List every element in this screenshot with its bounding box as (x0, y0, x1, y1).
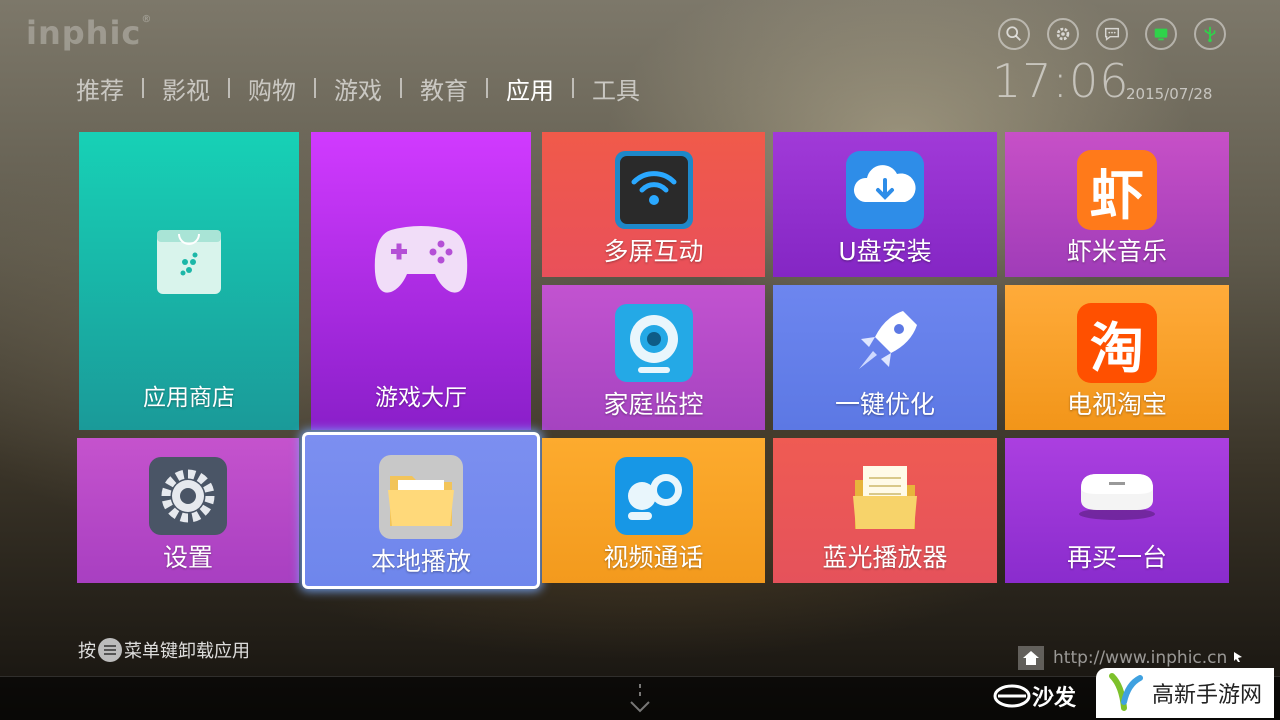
cloud-download-icon (845, 150, 925, 234)
tile-buy-another[interactable]: 再买一台 (1005, 438, 1229, 583)
gear-icon[interactable] (1047, 18, 1079, 50)
tab-video[interactable]: 影视 (162, 71, 210, 106)
tile-settings[interactable]: 设置 (77, 438, 299, 583)
tab-recommend[interactable]: 推荐 (76, 71, 124, 106)
tile-label: 再买一台 (1066, 543, 1167, 572)
tile-home-monitor[interactable]: 家庭监控 (542, 285, 765, 430)
tile-multi-screen[interactable]: 多屏互动 (542, 132, 765, 277)
tab-apps[interactable]: 应用 (506, 71, 554, 106)
tile-label: 视频通话 (603, 543, 704, 572)
tile-xiami-music[interactable]: 虾 虾米音乐 (1005, 132, 1229, 277)
tile-one-key-optimize[interactable]: 一键优化 (773, 285, 997, 430)
tile-app-store[interactable]: 应用商店 (79, 132, 299, 430)
tile-label: 多屏互动 (603, 237, 704, 266)
tile-label: 家庭监控 (603, 390, 704, 419)
brand-logo: inphic® (26, 14, 153, 52)
tab-divider (314, 78, 316, 98)
tile-label: 设置 (162, 543, 213, 572)
tile-tv-taobao[interactable]: 淘 电视淘宝 (1005, 285, 1229, 430)
chevron-down-icon[interactable] (627, 682, 653, 720)
tile-usb-install[interactable]: U盘安装 (773, 132, 997, 277)
hint-text: 菜单键卸载应用 (124, 641, 250, 662)
shopping-bag-icon (155, 224, 223, 300)
screen-icon[interactable] (1145, 18, 1177, 50)
cursor-icon (1233, 648, 1243, 668)
menu-key-icon (98, 638, 122, 662)
usb-icon[interactable] (1194, 18, 1226, 50)
sofa-icon (993, 684, 1031, 708)
tile-label: 虾米音乐 (1066, 237, 1167, 266)
clock: 17:06 (992, 54, 1130, 108)
tile-label: 电视淘宝 (1066, 390, 1167, 419)
tv-box-icon (1075, 464, 1159, 528)
tile-label: 蓝光播放器 (822, 543, 948, 572)
wifi-screen-icon (614, 150, 694, 234)
status-icons (998, 18, 1243, 50)
tile-label: U盘安装 (838, 237, 932, 266)
message-icon[interactable] (1096, 18, 1128, 50)
focus-highlight (302, 432, 540, 589)
url-text: http://www.inphic.cn (1053, 648, 1228, 668)
category-nav: 推荐 影视 购物 游戏 教育 应用 工具 (76, 70, 640, 106)
hint-text: 按 (78, 641, 96, 662)
taobao-icon: 淘 (1077, 303, 1157, 383)
tab-games[interactable]: 游戏 (334, 71, 382, 106)
tab-shopping[interactable]: 购物 (248, 71, 296, 106)
video-chat-icon (614, 456, 694, 540)
home-icon (1018, 646, 1044, 670)
tile-bluray-player[interactable]: 蓝光播放器 (773, 438, 997, 583)
document-folder-icon (845, 456, 925, 540)
tile-label: 游戏大厅 (375, 385, 467, 411)
sofa-text: 沙发 (1032, 686, 1077, 711)
website-url: http://www.inphic.cn (1018, 646, 1243, 670)
uninstall-hint: 按 菜单键卸载应用 (78, 637, 250, 663)
date: 2015/07/28 (1126, 85, 1213, 103)
tab-divider (142, 78, 144, 98)
tab-divider (400, 78, 402, 98)
tab-divider (572, 78, 574, 98)
xiami-icon: 虾 (1077, 150, 1157, 230)
watermark-text: 高新手游网 (1152, 683, 1263, 708)
tab-divider (228, 78, 230, 98)
gamepad-icon (371, 222, 471, 306)
rocket-icon (845, 303, 925, 387)
tile-label: 一键优化 (834, 390, 935, 419)
tile-label: 应用商店 (143, 385, 235, 411)
gear-icon (148, 456, 228, 540)
tab-divider (486, 78, 488, 98)
leaf-logo-icon (1109, 673, 1143, 711)
webcam-icon (614, 303, 694, 387)
site-watermark: 高新手游网 (1096, 668, 1274, 718)
tile-game-hall[interactable]: 游戏大厅 (311, 132, 531, 430)
sofa-watermark: 沙发 (992, 680, 1076, 712)
tab-tools[interactable]: 工具 (592, 71, 640, 106)
tile-video-call[interactable]: 视频通话 (542, 438, 765, 583)
tab-education[interactable]: 教育 (420, 71, 468, 106)
search-icon[interactable] (998, 18, 1030, 50)
